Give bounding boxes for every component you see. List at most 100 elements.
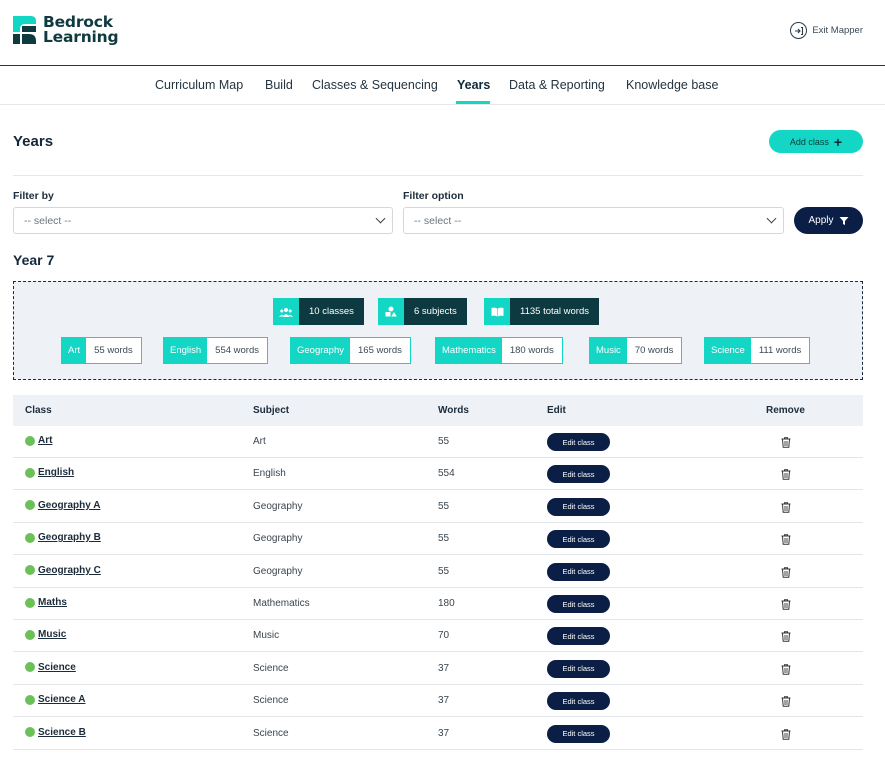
subject-tag-name: Mathematics [436,338,502,363]
filter-by-select[interactable]: -- select -- [13,207,393,234]
words-cell: 37 [438,727,450,739]
nav-knowledge-base[interactable]: Knowledge base [626,78,718,92]
subject-cell: Science [253,695,289,707]
filter-by-value: -- select -- [24,214,72,227]
status-dot [25,597,35,608]
filter-option-label: Filter option [403,190,464,202]
status-dot [25,500,35,511]
subject-cell: English [253,468,286,480]
nav-data-reporting[interactable]: Data & Reporting [509,78,605,92]
class-link[interactable]: Maths [38,597,67,608]
trash-icon[interactable] [781,500,791,518]
edit-class-button[interactable]: Edit class [547,497,610,516]
class-link[interactable]: Geography A [38,500,100,511]
main-nav: Curriculum Map Build Classes & Sequencin… [0,67,885,105]
subject-cell: Geography [253,500,303,512]
users-icon [273,298,299,325]
words-cell: 70 [438,630,450,642]
subject-tag-art: Art 55 words [61,337,142,364]
summary-words: 1135 total words [484,298,600,325]
bedrock-logo-icon [12,15,38,45]
trash-icon[interactable] [781,727,791,745]
trash-icon[interactable] [781,532,791,550]
table-row: Music Music 70 Edit class [13,620,863,653]
add-class-button[interactable]: Add class + [769,130,863,153]
shapes-icon [378,298,404,325]
apply-filter-button[interactable]: Apply [794,207,863,234]
subject-cell: Art [253,436,266,447]
summary-words-text: 1135 total words [510,298,600,325]
class-cell: Music [25,629,66,640]
nav-build[interactable]: Build [265,78,293,92]
subject-tag-words: 165 words [358,345,402,356]
subject-tag-words: 111 words [758,345,802,356]
words-cell: 55 [438,500,450,512]
class-cell: Art [25,435,52,446]
subject-tag-mathematics: Mathematics 180 words [435,337,563,364]
trash-icon[interactable] [781,694,791,712]
words-cell: 37 [438,695,450,707]
status-dot [25,629,35,640]
trash-icon[interactable] [781,435,791,453]
trash-icon[interactable] [781,467,791,485]
book-icon [484,298,510,325]
filter-icon [839,216,848,225]
edit-class-button[interactable]: Edit class [547,530,610,549]
edit-class-button[interactable]: Edit class [547,465,610,484]
edit-class-button[interactable]: Edit class [547,433,610,451]
summary-subjects: 6 subjects [378,298,467,325]
edit-class-button[interactable]: Edit class [547,659,610,678]
subject-cell: Music [253,630,280,642]
edit-class-button[interactable]: Edit class [547,724,610,743]
filter-option-select[interactable]: -- select -- [403,207,784,234]
year-summary-panel: 10 classes 6 subjects 1135 total words A… [13,281,863,380]
exit-mapper-button[interactable]: Exit Mapper [790,22,863,39]
subject-tag-science: Science 111 words [704,337,811,364]
column-subject: Subject [253,405,290,416]
subject-cell: Geography [253,565,303,577]
table-row: Science B Science 37 Edit class [13,718,863,750]
subject-tag-words: 554 words [215,345,260,356]
status-dot [25,467,35,478]
class-cell: Science B [25,727,86,738]
class-link[interactable]: Science B [38,727,86,738]
class-link[interactable]: Art [38,435,52,446]
class-link[interactable]: Science [38,662,76,673]
class-cell: Science A [25,694,85,705]
nav-classes-sequencing[interactable]: Classes & Sequencing [312,78,438,92]
words-cell: 37 [438,662,450,674]
class-link[interactable]: Science A [38,694,85,705]
class-cell: Science [25,662,76,673]
chevron-down-icon [766,213,777,224]
column-class: Class [25,405,52,416]
table-row: Maths Mathematics 180 Edit class [13,588,863,620]
trash-icon[interactable] [781,565,791,583]
words-cell: 180 [438,598,455,609]
class-link[interactable]: Music [38,629,66,640]
edit-class-button[interactable]: Edit class [547,595,610,613]
subject-tag-music: Music 70 words [589,337,683,364]
nav-years[interactable]: Years [457,78,490,92]
trash-icon[interactable] [781,662,791,680]
class-cell: English [25,467,74,478]
words-cell: 55 [438,565,450,577]
status-dot [25,565,35,576]
table-row: Geography A Geography 55 Edit class [13,491,863,523]
subject-cell: Science [253,662,289,674]
edit-class-button[interactable]: Edit class [547,692,610,711]
edit-class-button[interactable]: Edit class [547,627,610,646]
edit-class-button[interactable]: Edit class [547,562,610,581]
filter-option-value: -- select -- [414,214,462,227]
divider [13,175,863,176]
status-dot [25,662,35,673]
class-link[interactable]: Geography C [38,565,101,576]
class-link[interactable]: English [38,467,74,478]
trash-icon[interactable] [781,629,791,647]
trash-icon[interactable] [781,597,791,615]
status-dot [25,435,35,446]
bedrock-logo[interactable]: Bedrock Learning [12,14,119,45]
class-link[interactable]: Geography B [38,532,101,543]
nav-curriculum-map[interactable]: Curriculum Map [155,78,243,92]
year-title: Year 7 [13,252,55,268]
column-edit: Edit [547,405,566,416]
